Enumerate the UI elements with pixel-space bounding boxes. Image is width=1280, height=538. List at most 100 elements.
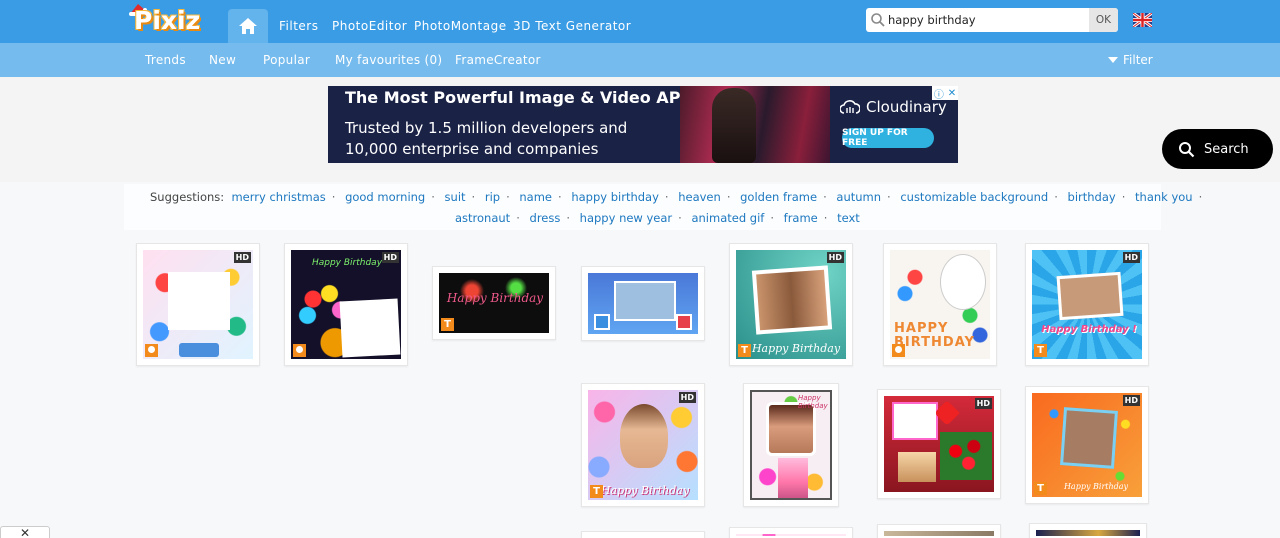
thumbnail-image — [884, 396, 994, 492]
photo-slot — [620, 404, 668, 468]
template-thumbnail[interactable] — [1029, 523, 1147, 538]
suggestion-link[interactable]: suit — [445, 190, 466, 204]
filter-button[interactable]: Filter — [1108, 53, 1153, 67]
thumbnail-caption: HAPPY BIRTHDAY — [894, 321, 975, 350]
suggestions-panel: Suggestions: merry christmas · good morni… — [124, 184, 1202, 230]
logo-text: Pixiz — [134, 6, 201, 35]
uk-flag-icon[interactable] — [1133, 13, 1152, 27]
text-type-icon: T — [441, 318, 454, 331]
search-ok-button[interactable]: OK — [1089, 8, 1118, 32]
home-button[interactable] — [228, 9, 268, 43]
nav-3d-text-generator[interactable]: 3D Text Generator — [513, 19, 631, 33]
home-icon — [239, 18, 257, 34]
nav-photoeditor[interactable]: PhotoEditor — [332, 19, 407, 33]
suggestion-link[interactable]: merry christmas — [231, 190, 325, 204]
photo-type-icon — [145, 344, 158, 357]
photo-type-icon — [293, 344, 306, 357]
template-thumbnail[interactable] — [729, 527, 853, 538]
template-thumbnail[interactable]: HD — [136, 243, 260, 366]
close-ad-icon[interactable]: ✕ — [948, 88, 956, 99]
nav-filters[interactable]: Filters — [279, 19, 318, 33]
cloudinary-ad[interactable]: The Most Powerful Image & Video API Trus… — [328, 86, 958, 163]
hd-badge: HD — [1122, 395, 1140, 406]
thumbnail-caption: Happy Birthday — [446, 291, 544, 305]
floating-search-label: Search — [1204, 141, 1249, 157]
photo-type-icon — [892, 344, 905, 357]
suggestion-link[interactable]: dress — [530, 211, 561, 225]
subnav-popular[interactable]: Popular — [263, 53, 310, 67]
ad-brand-name: Cloudinary — [866, 98, 947, 116]
cloudinary-icon — [840, 100, 860, 114]
thumbnail-image: Happy Birthday — [588, 390, 698, 500]
floating-search-button[interactable]: Search — [1162, 129, 1273, 169]
sub-navbar — [0, 43, 1280, 77]
suggestion-link[interactable]: thank you — [1135, 190, 1193, 204]
suggestion-link[interactable]: animated gif — [691, 211, 764, 225]
thumbnail-caption: Happy Birthday — [1063, 482, 1129, 491]
search-icon — [1179, 141, 1195, 157]
template-thumbnail[interactable] — [581, 266, 705, 341]
suggestion-link[interactable]: autumn — [836, 190, 881, 204]
template-thumbnail[interactable]: Happy Birthday HD T — [729, 243, 853, 366]
template-thumbnail[interactable]: HD — [877, 389, 1001, 499]
text-type-icon: T — [590, 485, 603, 498]
close-icon: ✕ — [19, 526, 31, 538]
thumbnail-image: Happy Birthday — [1032, 393, 1142, 497]
template-thumbnail[interactable]: Happy Birthday — [743, 383, 839, 507]
ad-person-image — [712, 88, 756, 163]
suggestion-link[interactable]: happy new year — [580, 211, 672, 225]
suggestions-row-2: astronaut · dress · happy new year · animat… — [455, 211, 860, 225]
hd-badge: HD — [826, 252, 844, 263]
photo-slot — [751, 265, 833, 335]
suggestion-link[interactable]: rip — [485, 190, 500, 204]
thumbnail-caption: Happy Birthday ! — [1041, 324, 1137, 335]
close-sticky-ad-button[interactable]: ✕ — [0, 526, 50, 538]
nav-photomontage[interactable]: PhotoMontage — [414, 19, 507, 33]
suggestion-link[interactable]: good morning — [345, 190, 425, 204]
template-thumbnail[interactable]: Happy Birthday HD — [284, 243, 408, 366]
ad-line-2: Trusted by 1.5 million developers and — [345, 119, 628, 137]
subnav-my-favourites[interactable]: My favourites (0) — [335, 53, 442, 67]
template-thumbnail[interactable]: Happy Birthday T — [432, 266, 556, 340]
filter-label: Filter — [1123, 53, 1153, 67]
hd-badge: HD — [1122, 252, 1140, 263]
search-form: OK — [866, 8, 1118, 32]
suggestion-link[interactable]: frame — [784, 211, 818, 225]
subnav-new[interactable]: New — [209, 53, 236, 67]
text-type-icon: T — [738, 344, 751, 357]
photo-slot — [168, 272, 230, 330]
subnav-framecreator[interactable]: FrameCreator — [455, 53, 541, 67]
thumbnail-image — [143, 250, 253, 359]
suggestion-link[interactable]: name — [519, 190, 552, 204]
template-thumbnail[interactable]: Happy Birthday HD T — [581, 383, 705, 507]
thumbnail-image: Happy Birthday ! — [1032, 250, 1142, 359]
suggestion-link[interactable]: birthday — [1068, 190, 1116, 204]
thumbnail-image — [884, 531, 994, 536]
gift-image — [594, 314, 610, 330]
template-thumbnail[interactable]: Happy Birthday HD T — [1025, 386, 1149, 504]
ad-signup-button[interactable]: SIGN UP FOR FREE — [842, 128, 934, 148]
suggestions-row-1: Suggestions: merry christmas · good morni… — [150, 190, 1203, 204]
thumbnail-image: Happy Birthday — [736, 250, 846, 359]
photo-slot — [614, 281, 676, 321]
photo-slot — [766, 402, 816, 456]
template-thumbnail[interactable]: Happy Birthday ! HD T — [1025, 243, 1149, 366]
template-thumbnail[interactable]: HAPPY BIRTHDAY — [883, 243, 997, 366]
cake-image — [898, 452, 936, 482]
suggestion-link[interactable]: astronaut — [455, 211, 510, 225]
pixiz-logo[interactable]: Pixiz — [128, 2, 208, 40]
template-thumbnail[interactable] — [877, 524, 1001, 538]
template-thumbnail[interactable] — [581, 531, 705, 538]
suggestion-link[interactable]: text — [837, 211, 860, 225]
suggestion-link[interactable]: heaven — [678, 190, 721, 204]
text-type-icon: T — [1034, 344, 1047, 357]
search-input[interactable] — [888, 10, 1088, 30]
thumbnail-caption: Happy Birthday — [751, 342, 841, 355]
suggestion-link[interactable]: happy birthday — [571, 190, 659, 204]
adchoices-icon[interactable]: ⓘ — [934, 86, 944, 101]
thumbnail-image: Happy Birthday — [750, 390, 832, 500]
subnav-trends[interactable]: Trends — [145, 53, 186, 67]
suggestion-link[interactable]: customizable background — [900, 190, 1048, 204]
ad-controls[interactable]: ⓘ ✕ — [932, 86, 958, 101]
suggestion-link[interactable]: golden frame — [740, 190, 817, 204]
